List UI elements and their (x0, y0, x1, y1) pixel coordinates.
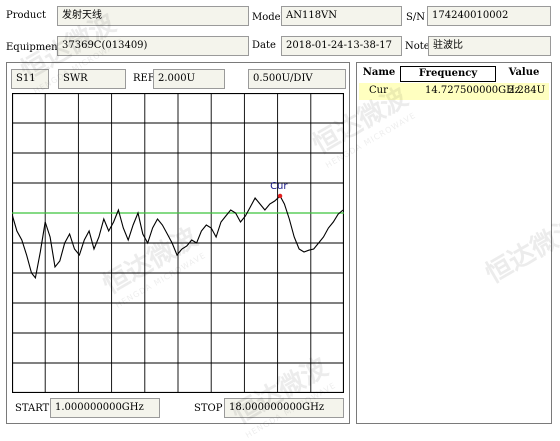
swr-chart[interactable]: Cur (12, 93, 344, 393)
marker-cur[interactable] (277, 193, 283, 199)
row-name: Cur (369, 85, 388, 96)
marker-label: Cur (270, 181, 288, 192)
product-label: Product (6, 10, 46, 21)
note-field[interactable]: 驻波比 (428, 36, 551, 56)
marker-panel: Name Frequency Value Cur 14.727500000GHz… (356, 62, 552, 424)
start-freq-field[interactable]: 1.000000000GHz (50, 398, 160, 418)
s-param-field[interactable]: S11 (11, 69, 49, 89)
stop-freq-field[interactable]: 18.000000000GHz (224, 398, 344, 418)
row-frequency: 14.727500000GHz (425, 85, 521, 96)
start-label: START (15, 403, 50, 414)
date-label: Date (252, 40, 276, 51)
row-value: 2.284U (507, 85, 545, 96)
equipment-field[interactable]: 37369C(013409) (57, 36, 249, 56)
model-field[interactable]: AN118VN (281, 6, 402, 26)
col-header-name: Name (362, 67, 396, 78)
ref-label: REF (133, 73, 155, 84)
stop-label: STOP (194, 403, 223, 414)
product-field[interactable]: 发射天线 (57, 6, 249, 26)
ref-field[interactable]: 2.000U (153, 69, 225, 89)
table-row[interactable]: Cur 14.727500000GHz 2.284U (359, 83, 549, 100)
col-header-value: Value (508, 67, 540, 78)
sn-field[interactable]: 174240010002 (427, 6, 551, 26)
date-field[interactable]: 2018-01-24-13-38-17 (281, 36, 402, 56)
col-header-frequency[interactable]: Frequency (400, 66, 496, 82)
model-label: Model (252, 12, 284, 23)
sn-label: S/N (406, 12, 425, 23)
format-field[interactable]: SWR (58, 69, 126, 89)
note-label: Note (405, 41, 430, 52)
equipment-label: Equipment (6, 42, 62, 53)
scale-field[interactable]: 0.500U/DIV (248, 69, 346, 89)
